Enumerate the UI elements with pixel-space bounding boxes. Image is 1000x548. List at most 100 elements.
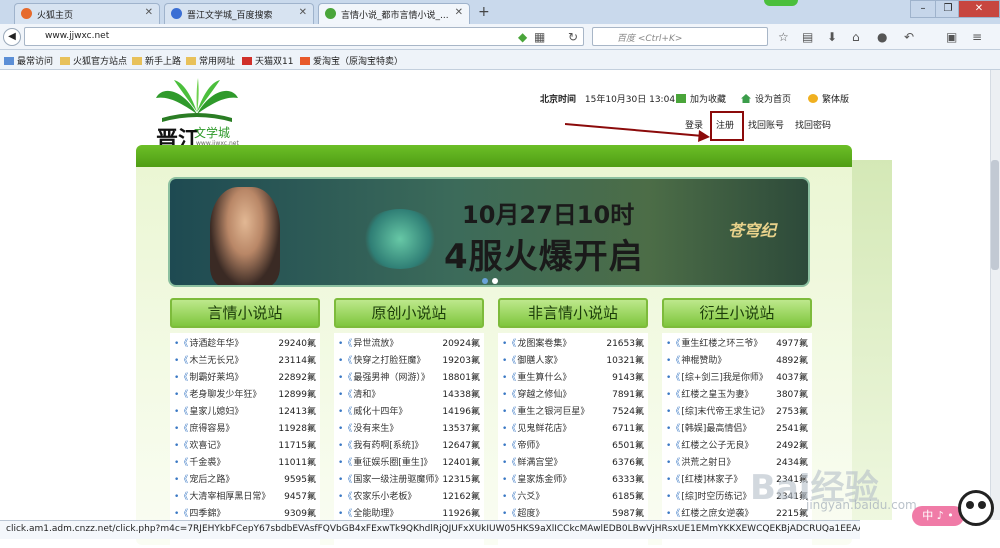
search-input[interactable]: 百度 <Ctrl+K> [592,27,768,46]
list-item[interactable]: •《龙图案卷集》 21653氟 [502,336,644,353]
list-item[interactable]: •《御膳人家》 10321氟 [502,353,644,370]
list-item[interactable]: •《重生算什么》 9143氟 [502,370,644,387]
list-item[interactable]: •《庶得容易》 11928氟 [174,421,316,438]
novel-title[interactable]: •《鲜满宫堂》 [502,455,562,472]
screenshot-icon[interactable]: ▣ [946,30,957,44]
list-item[interactable]: •《农家乐小老板》 12162氟 [338,489,480,506]
list-item[interactable]: •《大清宰相厚黑日常》 9457氟 [174,489,316,506]
list-item[interactable]: •《没有来生》 13537氟 [338,421,480,438]
scrollbar[interactable] [990,70,1000,520]
novel-title[interactable]: •《最强男神（网游）》 [338,370,430,387]
undo-icon[interactable]: ↶ [904,30,914,44]
list-item[interactable]: •《威化十四年》 14196氟 [338,404,480,421]
novel-title[interactable]: •《大清宰相厚黑日常》 [174,489,270,506]
novel-title[interactable]: •《我有药啊[系统]》 [338,438,423,455]
novel-title[interactable]: •《重生算什么》 [502,370,571,387]
novel-title[interactable]: •《[综+剑三]我是你师》 [666,370,768,387]
novel-title[interactable]: •《庶得容易》 [174,421,234,438]
list-item[interactable]: •《诗酒趁年华》 29240氟 [174,336,316,353]
novel-title[interactable]: •《制霸好莱坞》 [174,370,243,387]
column-title[interactable]: 非言情小说站 [498,298,648,328]
list-item[interactable]: •《木兰无长兄》 23114氟 [174,353,316,370]
novel-title[interactable]: •《诗酒趁年华》 [174,336,243,353]
novel-title[interactable]: •《洪荒之射日》 [666,455,735,472]
qr-icon[interactable]: ▦ [534,30,545,44]
reload-icon[interactable]: ↻ [568,30,578,44]
novel-title[interactable]: •《异世流放》 [338,336,398,353]
list-item[interactable]: •《见鬼鲜花店》 6711氟 [502,421,644,438]
carousel-dot[interactable] [492,278,498,284]
menu-icon[interactable]: ≡ [972,30,982,44]
novel-title[interactable]: •《重征娱乐圈[重生]》 [338,455,432,472]
scrollbar-thumb[interactable] [991,160,999,270]
novel-title[interactable]: •《欢喜记》 [174,438,225,455]
novel-title[interactable]: •《皇家炼金师》 [502,472,571,489]
novel-title[interactable]: •《[韩娱]最高情侣》 [666,421,751,438]
list-item[interactable]: •《穿越之修仙》 7891氟 [502,387,644,404]
novel-title[interactable]: •《重生之银河巨星》 [502,404,589,421]
tab-firefox-home[interactable]: 火狐主页 ✕ [14,3,160,24]
novel-title[interactable]: •《[综]末代帝王求生记》 [666,404,769,421]
chat-icon[interactable]: ● [877,30,887,44]
column-title[interactable]: 衍生小说站 [662,298,812,328]
list-item[interactable]: •《六爻》 6185氟 [502,489,644,506]
bookmarks-icon[interactable]: ▤ [802,30,813,44]
bookmark-tmall[interactable]: 天猫双11 [242,54,293,67]
window-close-button[interactable]: ✕ [958,0,1000,18]
star-icon[interactable]: ☆ [778,30,789,44]
list-item[interactable]: •《神棍赞助》 4892氟 [666,353,808,370]
list-item[interactable]: •《[综+剑三]我是你师》 4037氟 [666,370,808,387]
list-item[interactable]: •《异世流放》 20924氟 [338,336,480,353]
add-favorite-link[interactable]: 加为收藏 [676,92,726,105]
list-item[interactable]: •《重生红楼之环三爷》 4977氟 [666,336,808,353]
bookmark-folder[interactable]: 火狐官方站点 [60,54,127,67]
carousel-dot[interactable] [482,278,488,284]
list-item[interactable]: •《帝师》 6501氟 [502,438,644,455]
list-item[interactable]: •《重征娱乐圈[重生]》 12401氟 [338,455,480,472]
close-icon[interactable]: ✕ [145,7,153,18]
novel-title[interactable]: •《清和》 [338,387,380,404]
panda-widget-button[interactable]: 中 ♪ • [912,506,964,526]
column-title[interactable]: 原创小说站 [334,298,484,328]
close-icon[interactable]: ✕ [299,7,307,18]
bookmark-folder[interactable]: 常用网址 [186,54,235,67]
list-item[interactable]: •《宠后之路》 9595氟 [174,472,316,489]
game-banner[interactable]: 10月27日10时 4服火爆开启 苍穹纪 [168,177,810,287]
list-item[interactable]: •《清和》 14338氟 [338,387,480,404]
home-icon[interactable]: ⌂ [852,30,860,44]
download-icon[interactable]: ⬇ [827,30,837,44]
novel-title[interactable]: •《神棍赞助》 [666,353,726,370]
list-item[interactable]: •《皇家炼金师》 6333氟 [502,472,644,489]
novel-title[interactable]: •《千金裘》 [174,455,225,472]
novel-title[interactable]: •《宠后之路》 [174,472,234,489]
set-homepage-link[interactable]: 设为首页 [741,92,791,105]
back-icon[interactable]: ◀ [3,28,21,46]
minimize-button[interactable]: – [910,0,936,18]
novel-title[interactable]: •《皇家儿媳妇》 [174,404,243,421]
novel-title[interactable]: •《帝师》 [502,438,544,455]
list-item[interactable]: •《快穿之打脸狂魔》 19203氟 [338,353,480,370]
list-item[interactable]: •《千金裘》 11011氟 [174,455,316,472]
close-icon[interactable]: ✕ [455,7,463,18]
traditional-link[interactable]: 繁体版 [808,92,849,105]
novel-title[interactable]: •《见鬼鲜花店》 [502,421,571,438]
novel-title[interactable]: •《[红楼]林家子》 [666,472,742,489]
novel-title[interactable]: •《红楼之皇玉为妻》 [666,387,753,404]
list-item[interactable]: •《红楼之皇玉为妻》 3807氟 [666,387,808,404]
list-item[interactable]: •《制霸好莱坞》 22892氟 [174,370,316,387]
list-item[interactable]: •《鲜满宫堂》 6376氟 [502,455,644,472]
url-bar[interactable]: www.jjwxc.net [24,27,584,46]
novel-title[interactable]: •《农家乐小老板》 [338,489,416,506]
list-item[interactable]: •《重生之银河巨星》 7524氟 [502,404,644,421]
list-item[interactable]: •《皇家儿媳妇》 12413氟 [174,404,316,421]
new-tab-button[interactable]: + [478,4,490,20]
bookmark-most-visited[interactable]: 最常访问 [4,54,53,67]
novel-title[interactable]: •《没有来生》 [338,421,398,438]
novel-title[interactable]: •《龙图案卷集》 [502,336,571,353]
recover-password-link[interactable]: 找回密码 [795,118,831,131]
list-item[interactable]: •《[韩娱]最高情侣》 2541氟 [666,421,808,438]
shield-icon[interactable]: ◆ [518,30,527,44]
bookmark-folder[interactable]: 新手上路 [132,54,181,67]
novel-title[interactable]: •《穿越之修仙》 [502,387,571,404]
tab-jjwxc[interactable]: 言情小说_都市言情小说_... ✕ [318,3,470,25]
